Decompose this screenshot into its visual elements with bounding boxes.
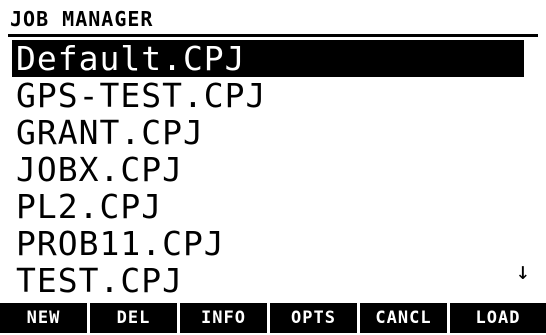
file-item-jobx[interactable]: JOBX.CPJ [12,151,534,188]
file-list: Default.CPJ GPS-TEST.CPJ GRANT.CPJ JOBX.… [12,40,534,299]
scroll-down-icon: ↓ [515,257,531,285]
job-manager-screen: JOB MANAGER Default.CPJ GPS-TEST.CPJ GRA… [0,0,546,335]
cancel-button[interactable]: CANCL [360,303,447,333]
info-button[interactable]: INFO [180,303,267,333]
options-button[interactable]: OPTS [270,303,357,333]
load-button[interactable]: LOAD [450,303,546,333]
file-item-grant[interactable]: GRANT.CPJ [12,114,534,151]
file-item-default[interactable]: Default.CPJ [12,40,524,77]
new-button[interactable]: NEW [0,303,87,333]
softkey-bar: NEW DEL INFO OPTS CANCL LOAD [0,303,546,335]
file-item-prob11[interactable]: PROB11.CPJ [12,225,534,262]
title-divider [8,34,538,37]
file-item-gps-test[interactable]: GPS-TEST.CPJ [12,77,534,114]
delete-button[interactable]: DEL [90,303,177,333]
file-item-test[interactable]: TEST.CPJ [12,262,534,299]
screen-title: JOB MANAGER [10,7,154,31]
file-item-pl2[interactable]: PL2.CPJ [12,188,534,225]
